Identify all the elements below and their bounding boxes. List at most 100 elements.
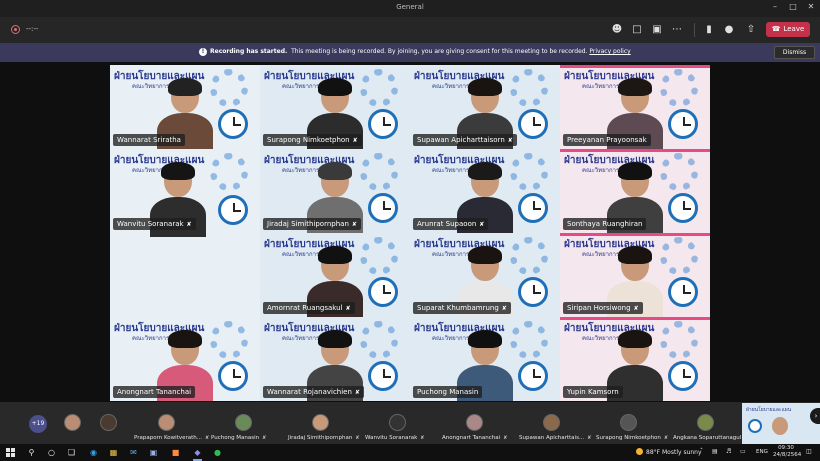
network-icon[interactable]: ▤ — [712, 448, 718, 455]
participant-tile[interactable]: ฝ่ายนโยบายและแผน คณะวิทยาการจัดการ Arunrat… — [410, 149, 560, 233]
participant-tile[interactable]: ฝ่ายนโยบายและแผน คณะวิทยาการจัดการ Anongna… — [110, 317, 260, 401]
teams-icon[interactable]: ◆ — [192, 447, 203, 458]
participant-name-text: Amornrat Ruangsakul — [267, 304, 343, 312]
weather-widget[interactable]: 88°F Mostly sunny — [636, 448, 702, 456]
language-indicator[interactable]: ENG — [756, 449, 768, 455]
participant-name-text: Wanvitu Soranarak — [117, 220, 184, 228]
avatar[interactable] — [312, 414, 329, 431]
avatar[interactable] — [389, 414, 406, 431]
self-avatar — [772, 417, 788, 435]
filmstrip-name-text: Anongnart Tananchai — [442, 435, 501, 441]
gear-icon — [210, 69, 248, 107]
warning-icon: ! — [199, 48, 207, 56]
battery-icon[interactable]: ▭ — [740, 448, 746, 455]
participant-tile[interactable]: ฝ่ายนโยบายและแผน คณะวิทยาการจัดการ Wanvitu… — [110, 149, 260, 317]
muted-mic-icon: ✘ — [479, 221, 485, 228]
banner-message: ! Recording has started. This meeting is … — [199, 48, 631, 56]
meeting-control-bar: --:-- ☻ □ ▣ ⋯ ▮ ● ⇧ ☎ Leave — [0, 17, 820, 43]
avatar[interactable] — [697, 414, 714, 431]
participant-name-text: Suparat Khumbamrung — [417, 304, 499, 312]
participant-tile[interactable]: ฝ่ายนโยบายและแผน คณะวิทยาการจัดการ Suparat… — [410, 233, 560, 317]
participant-tile[interactable]: ฝ่ายนโยบายและแผน คณะวิทยาการจัดการ Supawan… — [410, 65, 560, 149]
minimize-icon[interactable]: – — [766, 2, 784, 11]
sun-icon — [636, 448, 643, 455]
participant-name-text: Jiradaj Simithipornphan — [267, 220, 349, 228]
participant-name-text: Puchong Manasin — [417, 388, 479, 396]
close-icon[interactable]: ✕ — [802, 2, 820, 11]
avatar[interactable] — [235, 414, 252, 431]
muted-mic-icon: ✘ — [355, 435, 360, 441]
share-screen-icon[interactable]: ⇧ — [744, 23, 758, 37]
video-stage: ฝ่ายนโยบายและแผน คณะวิทยาการจัดการ Wannara… — [0, 62, 820, 402]
avatar[interactable] — [620, 414, 637, 431]
avatar[interactable] — [64, 414, 81, 431]
participant-name-text: Preeyanan Prayoonsak — [567, 136, 647, 144]
muted-mic-icon: ✘ — [507, 137, 513, 144]
file-explorer-icon[interactable]: ▦ — [108, 447, 119, 458]
participant-tile[interactable]: ฝ่ายนโยบายและแผน คณะวิทยาการจัดการ Wannara… — [110, 65, 260, 149]
avatar[interactable] — [543, 414, 560, 431]
avatar[interactable] — [466, 414, 483, 431]
gear-icon — [660, 321, 698, 359]
participant-name-text: Anongnart Tananchai — [117, 388, 192, 396]
participant-tile[interactable]: ฝ่ายนโยบายและแผน คณะวิทยาการจัดการ Puchong… — [410, 317, 560, 401]
participant-name-text: Wannarat Rojanavichien — [267, 388, 352, 396]
participant-name-text: Siripan Horsiwong — [567, 304, 631, 312]
start-icon[interactable] — [6, 448, 15, 457]
privacy-policy-link[interactable]: Privacy policy — [589, 48, 630, 55]
participant-tile[interactable]: ฝ่ายนโยบายและแผน คณะวิทยาการจัดการ Sonthay… — [560, 149, 710, 233]
participant-tile[interactable]: ฝ่ายนโยบายและแผน คณะวิทยาการจัดการ Preeyan… — [560, 65, 710, 149]
participants-icon[interactable]: ☻ — [610, 23, 624, 37]
filmstrip-participant-name: Puchong Manasin ✘ — [211, 435, 266, 441]
self-view-video[interactable]: ฝ่ายนโยบายและแผน — [742, 403, 820, 444]
mail-icon[interactable]: ✉ — [128, 447, 139, 458]
chat-icon[interactable]: □ — [630, 23, 644, 37]
participant-tile[interactable]: ฝ่ายนโยบายและแผน คณะวิทยาการจัดการ Jiradaj… — [260, 149, 410, 233]
slide-accent — [560, 149, 710, 152]
participant-tile[interactable]: ฝ่ายนโยบายและแผน คณะวิทยาการจัดการ Siripan… — [560, 233, 710, 317]
filmstrip-next-icon[interactable]: › — [810, 408, 820, 424]
more-actions-icon[interactable]: ⋯ — [670, 23, 684, 37]
avatar[interactable] — [100, 414, 117, 431]
slide-accent — [560, 233, 710, 236]
more-participants-button[interactable]: +19 — [29, 415, 47, 433]
edge-icon[interactable]: ◉ — [88, 447, 99, 458]
gear-icon — [360, 237, 398, 275]
avatar[interactable] — [158, 414, 175, 431]
taskbar-clock[interactable]: 09:30 24/8/2564 — [773, 445, 801, 459]
illustrator-icon[interactable]: ■ — [170, 447, 181, 458]
participant-name: Siripan Horsiwong ✘ — [563, 302, 643, 314]
participant-name: Yupin Kamsorn — [563, 386, 623, 398]
camera-icon[interactable]: ▮ — [702, 23, 716, 37]
chevron-up-icon[interactable]: ˆ — [700, 448, 703, 455]
filmstrip-participant-name: Jiradaj Simithipornphan ✘ — [288, 435, 360, 441]
dismiss-button[interactable]: Dismiss — [774, 46, 815, 59]
filmstrip-name-text: Wanvitu Soranarak — [365, 435, 418, 441]
microphone-icon[interactable]: ● — [722, 23, 736, 37]
filmstrip-name-text: Surapong Nimkoetphon — [596, 435, 661, 441]
clock-icon — [218, 195, 248, 225]
leave-button[interactable]: ☎ Leave — [766, 22, 810, 37]
line-icon[interactable]: ● — [212, 447, 223, 458]
volume-icon[interactable]: ♬ — [726, 448, 731, 455]
cortana-icon[interactable]: ○ — [46, 447, 57, 458]
participant-name: Suparat Khumbamrung ✘ — [413, 302, 511, 314]
breakout-rooms-icon[interactable]: ▣ — [650, 23, 664, 37]
store-icon[interactable]: ▣ — [148, 447, 159, 458]
clock-icon — [668, 193, 698, 223]
muted-mic-icon: ✘ — [205, 435, 210, 441]
search-icon[interactable]: ⚲ — [26, 447, 37, 458]
recording-icon — [11, 25, 20, 34]
notifications-icon[interactable]: ◫ — [806, 448, 812, 455]
banner-title: Recording has started. — [210, 48, 288, 55]
participant-tile[interactable]: ฝ่ายนโยบายและแผน คณะวิทยาการจัดการ Wannara… — [260, 317, 410, 401]
participant-tile[interactable]: ฝ่ายนโยบายและแผน คณะวิทยาการจัดการ Surapon… — [260, 65, 410, 149]
participant-tile[interactable]: ฝ่ายนโยบายและแผน คณะวิทยาการจัดการ Yupin K… — [560, 317, 710, 401]
slide-accent — [560, 317, 710, 320]
task-view-icon[interactable]: ❏ — [66, 447, 77, 458]
participant-name: Jiradaj Simithipornphan ✘ — [263, 218, 361, 230]
filmstrip-name-text: Prapaporn Kowitverath... — [134, 435, 203, 441]
title-bar: General – □ ✕ — [0, 0, 820, 17]
maximize-icon[interactable]: □ — [784, 2, 802, 11]
participant-tile[interactable]: ฝ่ายนโยบายและแผน คณะวิทยาการจัดการ Amornra… — [260, 233, 410, 317]
